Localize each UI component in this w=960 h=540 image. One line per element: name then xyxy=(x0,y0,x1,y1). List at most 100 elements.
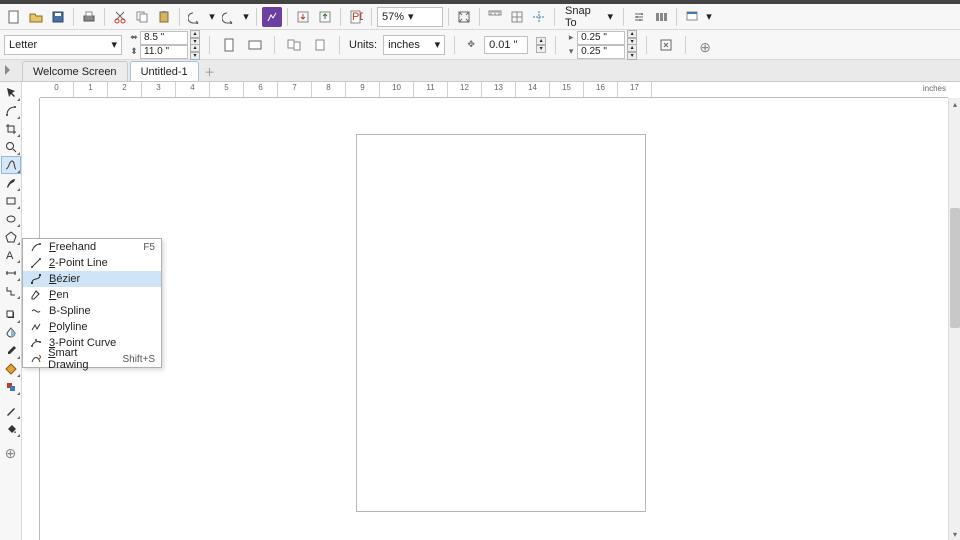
quick-customize-button[interactable]: ⊕ xyxy=(695,38,715,58)
ruler-tick: 16 xyxy=(584,82,618,97)
pen-icon xyxy=(29,290,43,300)
flyout-item-freehand[interactable]: FreehandF5 xyxy=(23,239,161,255)
scroll-up-icon[interactable]: ▴ xyxy=(949,98,960,110)
undo-drop[interactable]: ▾ xyxy=(207,7,217,27)
flyout-item-pen[interactable]: Pen xyxy=(23,287,161,303)
rectangle-tool[interactable] xyxy=(1,192,21,210)
vertical-scrollbar[interactable]: ▴ ▾ xyxy=(948,98,960,540)
toolbox: A ⊕ xyxy=(0,82,22,540)
flyout-label: Polyline xyxy=(49,321,88,333)
launch-drop[interactable]: ▾ xyxy=(704,7,714,27)
scroll-down-icon[interactable]: ▾ xyxy=(949,528,960,540)
save-button[interactable] xyxy=(48,7,68,27)
polygon-tool[interactable] xyxy=(1,228,21,246)
tab-document[interactable]: Untitled-1 xyxy=(130,61,199,81)
new-button[interactable] xyxy=(4,7,24,27)
canvas-area: 01234567891011121314151617 inches ▴ ▾ xyxy=(22,82,960,540)
redo-drop[interactable]: ▾ xyxy=(241,7,251,27)
options-button-2[interactable] xyxy=(651,7,671,27)
ellipse-tool[interactable] xyxy=(1,210,21,228)
transparency-tool[interactable] xyxy=(1,324,21,342)
fullscreen-button[interactable] xyxy=(454,7,474,27)
nudge-field[interactable]: 0.01 " xyxy=(484,36,528,54)
duplicate-distance: ▸0.25 "▴▾ ▾0.25 "▴▾ xyxy=(565,31,637,59)
page-width-field[interactable]: 8.5 " xyxy=(140,31,188,45)
shape-tool[interactable] xyxy=(1,102,21,120)
height-spinner[interactable]: ▴▾ xyxy=(190,44,200,60)
curve-flyout: FreehandF52-Point Line Bézier PenB-Spline P… xyxy=(22,238,162,368)
pick-tool[interactable] xyxy=(1,84,21,102)
dupy-field[interactable]: 0.25 " xyxy=(577,45,625,59)
page-height-field[interactable]: 11.0 " xyxy=(140,45,188,59)
flyout-label: Bézier xyxy=(49,273,80,285)
quick-customize-tools[interactable]: ⊕ xyxy=(1,444,21,462)
artistic-media-tool[interactable] xyxy=(1,174,21,192)
show-grid-button[interactable] xyxy=(507,7,527,27)
curve-tool[interactable] xyxy=(1,156,21,174)
page-preset-combo[interactable]: Letter▾ xyxy=(4,35,122,55)
paste-button[interactable] xyxy=(154,7,174,27)
zoom-tool[interactable] xyxy=(1,138,21,156)
scroll-thumb[interactable] xyxy=(950,208,960,328)
svg-text:PDF: PDF xyxy=(352,11,363,23)
connector-tool[interactable] xyxy=(1,282,21,300)
cut-button[interactable] xyxy=(110,7,130,27)
snap-to-label: Snap To xyxy=(565,5,603,29)
ruler-tick: 17 xyxy=(618,82,652,97)
launch-button[interactable] xyxy=(682,7,702,27)
svg-text:A: A xyxy=(6,250,14,261)
copy-button[interactable] xyxy=(132,7,152,27)
flyout-item-bspline[interactable]: B-Spline xyxy=(23,303,161,319)
flyout-item-line2pt[interactable]: 2-Point Line xyxy=(23,255,161,271)
publish-pdf-button[interactable]: PDF xyxy=(346,7,366,27)
dupy-spinner[interactable]: ▴▾ xyxy=(627,44,637,60)
portrait-button[interactable] xyxy=(219,35,239,55)
text-tool[interactable]: A xyxy=(1,246,21,264)
crop-tool[interactable] xyxy=(1,120,21,138)
ruler-tick: 11 xyxy=(414,82,448,97)
eyedropper-tool[interactable] xyxy=(1,342,21,360)
flyout-item-polyline[interactable]: Polyline xyxy=(23,319,161,335)
smart-fill-tool[interactable] xyxy=(1,378,21,396)
dupx-field[interactable]: 0.25 " xyxy=(577,31,625,45)
new-tab-button[interactable]: ＋ xyxy=(201,63,219,81)
show-rulers-button[interactable] xyxy=(485,7,505,27)
import-button[interactable] xyxy=(293,7,313,27)
bezier-icon xyxy=(29,274,43,284)
landscape-button[interactable] xyxy=(245,35,265,55)
drop-shadow-tool[interactable] xyxy=(1,306,21,324)
tab-welcome[interactable]: Welcome Screen xyxy=(22,61,128,81)
line2pt-icon xyxy=(29,258,43,268)
parallel-dim-tool[interactable] xyxy=(1,264,21,282)
nudge-spinner[interactable]: ▴▾ xyxy=(536,37,546,53)
drawing-canvas[interactable] xyxy=(40,98,948,540)
all-pages-button[interactable] xyxy=(284,35,304,55)
current-page-button[interactable] xyxy=(310,35,330,55)
interactive-fill-tool[interactable] xyxy=(1,360,21,378)
flyout-label: Freehand xyxy=(49,241,96,253)
outline-pen[interactable] xyxy=(1,402,21,420)
tab-corner-icon[interactable] xyxy=(2,62,18,78)
search-content-button[interactable] xyxy=(262,7,282,27)
export-button[interactable] xyxy=(315,7,335,27)
chevron-down-icon: ▾ xyxy=(607,10,613,23)
open-button[interactable] xyxy=(26,7,46,27)
document-tabs: Welcome Screen Untitled-1 ＋ xyxy=(0,60,960,82)
options-button[interactable] xyxy=(629,7,649,27)
flyout-item-bezier[interactable]: Bézier xyxy=(23,271,161,287)
print-button[interactable] xyxy=(79,7,99,27)
chevron-down-icon: ▾ xyxy=(111,38,117,51)
undo-button[interactable] xyxy=(185,7,205,27)
ruler-tick: 2 xyxy=(108,82,142,97)
fill-tool[interactable] xyxy=(1,420,21,438)
flyout-item-smart[interactable]: Smart DrawingShift+S xyxy=(23,351,161,367)
treat-as-filled-button[interactable] xyxy=(656,35,676,55)
snap-to-combo[interactable]: Snap To ▾ xyxy=(560,7,618,27)
zoom-combo[interactable]: 57%▾ xyxy=(377,7,443,27)
show-guidelines-button[interactable] xyxy=(529,7,549,27)
page xyxy=(356,134,646,512)
units-combo[interactable]: inches▾ xyxy=(383,35,445,55)
horizontal-ruler[interactable]: 01234567891011121314151617 xyxy=(40,82,948,98)
ruler-tick: 10 xyxy=(380,82,414,97)
redo-button[interactable] xyxy=(219,7,239,27)
